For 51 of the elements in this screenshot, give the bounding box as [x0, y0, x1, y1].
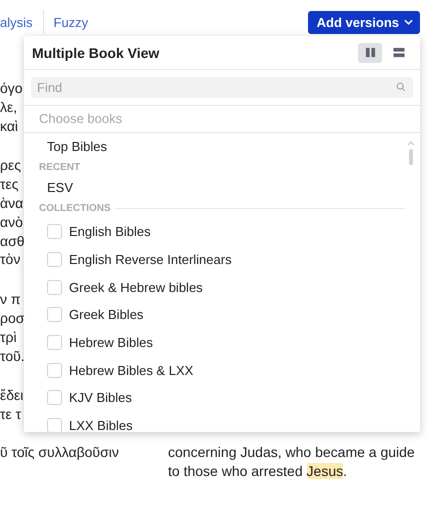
greek-text: όγο — [0, 79, 23, 98]
checkbox-label[interactable]: KJV Bibles — [69, 390, 132, 406]
checkbox-label[interactable]: Hebrew Bibles & LXX — [69, 362, 194, 378]
tab[interactable]: alysis — [0, 14, 33, 30]
list-item[interactable]: Top Bibles — [24, 136, 420, 157]
columns-view-button[interactable] — [358, 42, 382, 62]
greek-text: λε, — [0, 98, 18, 117]
checkbox[interactable] — [47, 362, 62, 378]
tab[interactable]: Fuzzy — [54, 14, 88, 30]
greek-text: τρὶ — [0, 328, 17, 347]
greek-text: καὶ — [0, 116, 18, 136]
checkbox[interactable] — [47, 390, 62, 406]
greek-text: ανὸ — [0, 212, 23, 232]
checkbox-label[interactable]: LXX Bibles — [69, 418, 133, 432]
list-item[interactable]: ESV — [24, 177, 420, 198]
greek-text: ῦ τοῖς συλλαβοῦσιν — [0, 442, 119, 462]
checkbox-label[interactable]: Greek Bibles — [69, 307, 144, 322]
checkbox[interactable] — [47, 307, 62, 322]
columns-icon — [364, 47, 376, 58]
greek-text: ὰνα — [0, 194, 24, 213]
greek-text: ασθ — [0, 232, 25, 250]
checkbox-label[interactable]: Greek & Hebrew bibles — [69, 280, 203, 295]
search-field[interactable]: Find — [31, 77, 413, 98]
checkbox[interactable] — [47, 335, 62, 350]
chevron-down-icon — [404, 19, 413, 25]
scrollbar-thumb[interactable] — [409, 149, 413, 165]
checkbox-label[interactable]: English Reverse Interlinears — [69, 252, 232, 268]
greek-text: ν π — [0, 290, 21, 309]
section-heading: COLLECTIONS — [39, 202, 111, 214]
translation-text: concerning Judas, who became a guide — [168, 442, 416, 462]
checkbox-label[interactable]: Hebrew Bibles — [69, 335, 153, 350]
greek-text: τοῦ. — [0, 346, 25, 366]
checkbox[interactable] — [47, 418, 62, 432]
greek-text: τες — [0, 175, 19, 194]
checkbox[interactable] — [47, 224, 62, 240]
greek-text: τὸν — [0, 250, 20, 270]
checkbox-label[interactable]: English Bibles — [69, 224, 151, 240]
section-heading: RECENT — [39, 162, 80, 172]
search-icon — [396, 82, 406, 92]
translation-text: to those who arrested Jesus. — [168, 462, 348, 480]
rows-icon — [393, 47, 405, 58]
add-versions-button[interactable]: Add versions — [308, 10, 420, 34]
checkbox[interactable] — [47, 280, 62, 295]
scroll-up-icon[interactable] — [407, 141, 415, 146]
greek-text: ροσ — [0, 308, 24, 328]
choose-books-label: Choose books — [24, 106, 420, 133]
greek-text: τε τ — [0, 405, 22, 424]
greek-text: ρες — [0, 156, 21, 176]
popup-title: Multiple Book View — [32, 44, 160, 60]
checkbox[interactable] — [47, 252, 62, 268]
greek-text: ἔδει — [0, 386, 24, 406]
